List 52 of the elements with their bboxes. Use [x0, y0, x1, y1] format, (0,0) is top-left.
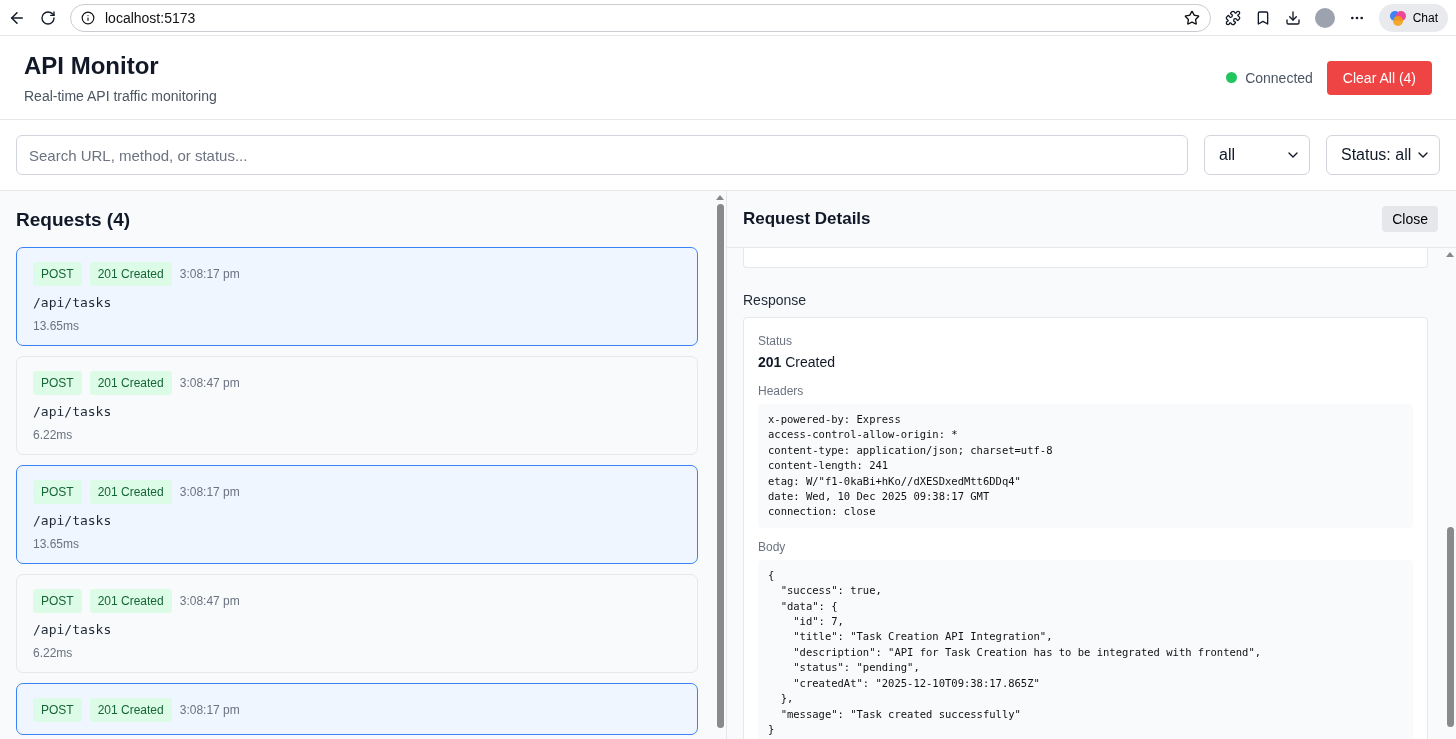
headers-code: x-powered-by: Express access-control-allow-origin: * content-type: application/json; charset=utf-8 content-length: 241 etag: W/"f1-0kaBi+hKo//dXESDxedMtt6DDq4" date: Wed, 10 Dec 2025 09:38:17 GMT connection: close [758, 404, 1413, 528]
connection-status: Connected [1245, 69, 1313, 86]
info-icon[interactable] [81, 10, 95, 25]
clear-all-button[interactable]: Clear All (4) [1326, 60, 1432, 95]
status-label: Status [758, 334, 794, 348]
request-card[interactable]: POST 201 Created 3:08:17 pm /api/tasks 13.65ms [16, 465, 698, 564]
method-badge: POST [33, 698, 82, 722]
chat-logo-icon [1388, 8, 1407, 27]
star-icon[interactable] [1183, 9, 1200, 26]
puzzle-icon[interactable] [1224, 9, 1241, 26]
request-url: /api/tasks [33, 622, 113, 637]
status-badge: 201 Created [89, 371, 172, 395]
request-time: 3:08:17 pm [179, 703, 240, 717]
request-duration: 6.22ms [33, 646, 74, 660]
response-status: 201 Created [758, 354, 837, 370]
request-card[interactable]: POST 201 Created 3:08:47 pm /api/tasks 6.22ms [16, 574, 698, 673]
request-card[interactable]: POST 201 Created 3:08:47 pm /api/tasks 6.22ms [16, 356, 698, 455]
method-badge: POST [33, 589, 82, 613]
status-badge: 201 Created [89, 698, 172, 722]
request-duration: 13.65ms [33, 537, 81, 551]
reload-icon[interactable] [40, 9, 56, 26]
method-badge: POST [33, 371, 82, 395]
request-card[interactable]: POST 201 Created 3:08:17 pm /api/tasks 13.65ms [16, 247, 698, 346]
requests-heading: Requests (4) [16, 209, 132, 231]
close-button[interactable]: Close [1382, 206, 1438, 232]
request-time: 3:08:47 pm [179, 594, 240, 608]
status-badge: 201 Created [89, 589, 172, 613]
request-url: /api/tasks [33, 513, 113, 528]
chat-button[interactable]: Chat [1378, 3, 1448, 32]
download-icon[interactable] [1284, 9, 1301, 26]
request-time: 3:08:17 pm [179, 267, 240, 281]
status-select[interactable]: Status: all [1326, 135, 1440, 175]
request-card[interactable]: POST 201 Created 3:08:17 pm [16, 683, 698, 735]
request-duration: 6.22ms [33, 428, 74, 442]
method-badge: POST [33, 262, 82, 286]
status-badge: 201 Created [89, 262, 172, 286]
app-title: API Monitor [24, 51, 160, 80]
response-heading: Response [743, 292, 808, 308]
method-select[interactable]: all [1204, 135, 1310, 175]
request-time: 3:08:47 pm [179, 376, 240, 390]
request-url: /api/tasks [33, 404, 113, 419]
app-subtitle: Real-time API traffic monitoring [24, 87, 217, 104]
request-url: /api/tasks [33, 295, 113, 310]
headers-label: Headers [758, 384, 805, 398]
request-duration: 13.65ms [33, 319, 81, 333]
request-time: 3:08:17 pm [179, 485, 240, 499]
body-label: Body [758, 539, 787, 554]
details-heading: Request Details [743, 209, 871, 229]
body-code: { "success": true, "data": { "id": 7, "title": "Task Creation API Integration", "description": "API for Task Creation has to be integrated with frontend", "status": "pending", "createdAt": "2025-12-10T09:38:17.865Z" }, "message": "Task created successfully" } [758, 559, 1413, 739]
search-field[interactable]: Search URL, method, or status... [16, 135, 1188, 175]
status-badge: 201 Created [89, 480, 172, 504]
method-badge: POST [33, 480, 82, 504]
